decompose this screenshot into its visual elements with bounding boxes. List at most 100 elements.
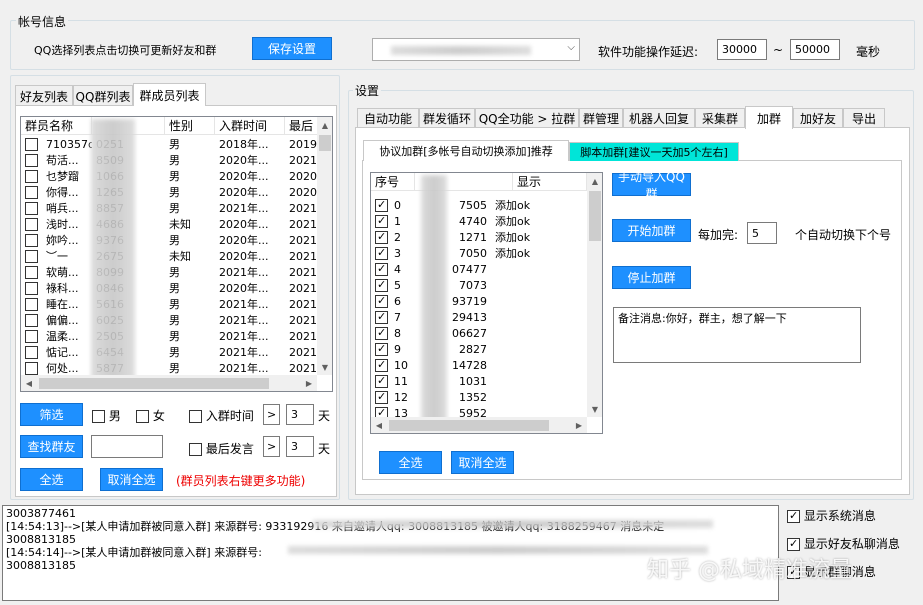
- list-item[interactable]: 07505添加ok: [371, 197, 567, 213]
- row-checkbox[interactable]: [375, 294, 388, 308]
- row-checkbox[interactable]: [375, 278, 388, 292]
- row-checkbox[interactable]: [25, 185, 38, 199]
- scroll-right-icon[interactable]: ▶: [301, 375, 317, 391]
- row-checkbox[interactable]: [25, 345, 38, 359]
- show-friend-msg-checkbox[interactable]: 显示好友私聊消息: [787, 535, 900, 552]
- col-last-speak[interactable]: 最后: [285, 117, 319, 134]
- start-join-button[interactable]: 开始加群: [612, 219, 691, 242]
- settings-tab-auto[interactable]: 自动功能: [357, 108, 419, 128]
- row-checkbox[interactable]: [375, 310, 388, 324]
- list-item[interactable]: 57073: [371, 277, 567, 293]
- checkbox-box[interactable]: [787, 509, 800, 523]
- scroll-thumb[interactable]: [319, 135, 331, 151]
- settings-tab-export[interactable]: 导出: [843, 108, 885, 128]
- group-cancel-all-button[interactable]: 取消全选: [451, 451, 514, 474]
- table-row[interactable]: 浅时...4686未知2020年...2021: [21, 216, 319, 232]
- table-row[interactable]: 妳吟...9376男2020年...2021: [21, 232, 319, 248]
- last-speak-days-input[interactable]: 3: [286, 436, 314, 457]
- tab-group-member-list[interactable]: 群成员列表: [133, 83, 206, 106]
- save-settings-button[interactable]: 保存设置: [252, 37, 332, 60]
- tab-qq-group-list[interactable]: QQ群列表: [73, 85, 133, 106]
- last-speak-compare[interactable]: >: [263, 436, 280, 457]
- last-speak-checkbox[interactable]: 最后发言: [189, 440, 254, 457]
- row-checkbox[interactable]: [25, 265, 38, 279]
- table-row[interactable]: 你得...1265男2020年...2020: [21, 184, 319, 200]
- member-hscroll[interactable]: ◀ ▶: [21, 375, 317, 391]
- list-item[interactable]: 37050添加ok: [371, 245, 567, 261]
- row-checkbox[interactable]: [25, 249, 38, 263]
- row-checkbox[interactable]: [25, 233, 38, 247]
- member-select-all-button[interactable]: 全选: [20, 468, 83, 491]
- row-checkbox[interactable]: [375, 326, 388, 340]
- settings-tab-join-group[interactable]: 加群: [745, 106, 793, 129]
- scroll-up-icon[interactable]: ▲: [587, 173, 602, 189]
- every-count-input[interactable]: 5: [747, 222, 777, 244]
- list-item[interactable]: 806627: [371, 325, 567, 341]
- table-row[interactable]: 何处...5877男2021年...2021: [21, 360, 319, 376]
- find-member-button[interactable]: 查找群友: [20, 435, 83, 458]
- scroll-left-icon[interactable]: ◀: [21, 375, 37, 391]
- row-checkbox[interactable]: [25, 137, 38, 151]
- row-checkbox[interactable]: [375, 262, 388, 276]
- list-item[interactable]: 92827: [371, 341, 567, 357]
- row-checkbox[interactable]: [25, 313, 38, 327]
- delay-max-input[interactable]: 50000: [790, 39, 840, 60]
- male-checkbox[interactable]: 男: [92, 407, 121, 424]
- hscroll-thumb[interactable]: [39, 378, 269, 389]
- list-item[interactable]: 1014728: [371, 357, 567, 373]
- group-hscroll[interactable]: ◀ ▶: [371, 417, 587, 433]
- remark-message-textarea[interactable]: 备注消息:你好，群主，想了解一下: [613, 307, 861, 363]
- row-checkbox[interactable]: [25, 169, 38, 183]
- delay-min-input[interactable]: 30000: [717, 39, 767, 60]
- row-checkbox[interactable]: [375, 198, 388, 212]
- group-select-all-button[interactable]: 全选: [379, 451, 442, 474]
- row-checkbox[interactable]: [375, 246, 388, 260]
- join-time-compare[interactable]: >: [263, 404, 280, 425]
- list-item[interactable]: 407477: [371, 261, 567, 277]
- col-gender[interactable]: 性别: [165, 117, 215, 134]
- filter-button[interactable]: 筛选: [20, 403, 83, 426]
- row-checkbox[interactable]: [25, 201, 38, 215]
- list-item[interactable]: 121352: [371, 389, 567, 405]
- settings-tab-broadcast[interactable]: 群发循环: [419, 108, 475, 128]
- import-qq-group-button[interactable]: 手动导入QQ群: [612, 170, 691, 201]
- col-status[interactable]: 显示: [513, 173, 587, 190]
- table-row[interactable]: 苟活...8509男2020年...2021: [21, 152, 319, 168]
- row-checkbox[interactable]: [25, 297, 38, 311]
- list-item[interactable]: 729413: [371, 309, 567, 325]
- table-row[interactable]: 710357d0251男2018年...2019: [21, 136, 319, 152]
- settings-tab-bot-reply[interactable]: 机器人回复: [623, 108, 695, 128]
- tab-friend-list[interactable]: 好友列表: [15, 85, 73, 106]
- col-index[interactable]: 序号: [371, 173, 415, 190]
- table-row[interactable]: 祿科...0846男2020年...2021: [21, 280, 319, 296]
- join-days-input[interactable]: 3: [286, 404, 314, 425]
- row-checkbox[interactable]: [375, 214, 388, 228]
- row-checkbox[interactable]: [375, 374, 388, 388]
- list-item[interactable]: 693719: [371, 293, 567, 309]
- col-member-name[interactable]: 群员名称: [21, 117, 92, 134]
- table-row[interactable]: 乜梦蹓1066男2020年...2020: [21, 168, 319, 184]
- join-time-checkbox[interactable]: 入群时间: [189, 407, 254, 424]
- checkbox-box[interactable]: [787, 537, 800, 551]
- scroll-up-icon[interactable]: ▲: [317, 117, 332, 133]
- row-checkbox[interactable]: [375, 230, 388, 244]
- table-row[interactable]: ︶一2675未知2020年...2021: [21, 248, 319, 264]
- checkbox-box[interactable]: [136, 410, 149, 423]
- checkbox-box[interactable]: [189, 443, 202, 456]
- table-row[interactable]: 偏偏...6025男2021年...2021: [21, 312, 319, 328]
- row-checkbox[interactable]: [25, 281, 38, 295]
- row-checkbox[interactable]: [25, 217, 38, 231]
- show-system-msg-checkbox[interactable]: 显示系统消息: [787, 507, 876, 524]
- scroll-right-icon[interactable]: ▶: [571, 417, 587, 433]
- checkbox-box[interactable]: [92, 410, 105, 423]
- table-row[interactable]: 软萌...8099男2021年...2021: [21, 264, 319, 280]
- settings-tab-collect[interactable]: 采集群: [695, 108, 745, 128]
- row-checkbox[interactable]: [25, 153, 38, 167]
- member-cancel-all-button[interactable]: 取消全选: [100, 468, 163, 491]
- settings-tab-add-friend[interactable]: 加好友: [793, 108, 843, 128]
- settings-tab-qq-all[interactable]: QQ全功能 > 拉群: [475, 108, 579, 128]
- row-checkbox[interactable]: [375, 358, 388, 372]
- subtab-script-join[interactable]: 脚本加群[建议一天加5个左右]: [569, 142, 739, 161]
- row-checkbox[interactable]: [375, 390, 388, 404]
- group-vscroll[interactable]: ▲ ▼: [587, 173, 602, 417]
